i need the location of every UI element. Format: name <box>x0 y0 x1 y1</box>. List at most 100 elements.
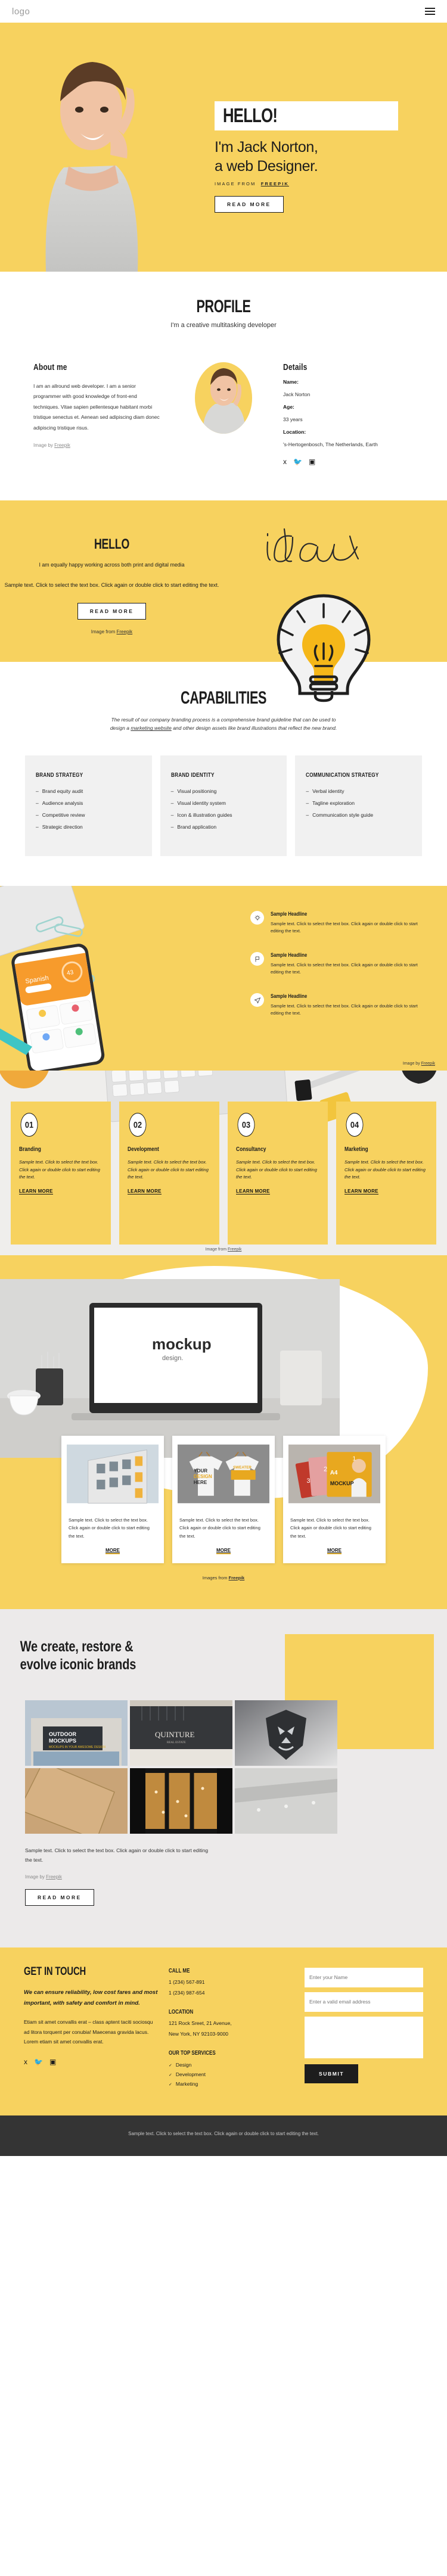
profile-avatar-wrap <box>176 362 271 434</box>
steps-credit-prefix: Image from <box>205 1247 227 1252</box>
flag-icon <box>250 952 264 966</box>
contact-socials: x 🐦 ▣ <box>24 2058 158 2066</box>
brands-title-line1: We create, restore & <box>20 1638 134 1655</box>
capability-item: Brand equity audit <box>36 788 141 794</box>
steps-credit-link[interactable]: Freepik <box>228 1247 241 1252</box>
brands-credit-link[interactable]: Freepik <box>46 1874 62 1880</box>
idea-sample-text: Sample text. Click to select the text bo… <box>4 581 219 588</box>
idea-title: HELLO <box>94 536 130 552</box>
svg-text:3: 3 <box>306 1478 310 1485</box>
steps-section: 01 Branding Sample text. Click to select… <box>0 1071 447 1256</box>
email-input[interactable] <box>305 1992 423 2012</box>
showcase-more-link[interactable]: MORE <box>178 1547 269 1554</box>
details-column: Details Name: Jack Norton Age: 33 years … <box>283 362 414 466</box>
detail-value: 33 years <box>283 416 303 422</box>
contact-title: GET IN TOUCH <box>24 1965 86 1978</box>
showcase-card: Sample text. Click to select the text bo… <box>61 1436 164 1563</box>
capabilities-intro-b: and other design assets like brand illus… <box>171 725 337 732</box>
submit-button[interactable]: SUBMIT <box>305 2064 359 2083</box>
step-learn-more-link[interactable]: LEARN MORE <box>128 1189 162 1195</box>
contact-section: GET IN TOUCH We can ensure reliability, … <box>0 1947 447 2115</box>
phone-number[interactable]: 1 (234) 567-891 <box>169 1979 294 1985</box>
step-number: 02 <box>129 1113 147 1137</box>
showcase-more-link[interactable]: MORE <box>67 1547 159 1554</box>
hero-title-line2: a web Designer. <box>215 158 318 175</box>
profile-credit-link[interactable]: Freepik <box>54 443 70 448</box>
bottom-bar-text: Sample text. Click to select the text bo… <box>128 2130 319 2136</box>
hero-credit-link[interactable]: FREEPIK <box>261 181 289 186</box>
logo[interactable]: logo <box>12 7 30 17</box>
service-item: Marketing <box>169 2081 294 2087</box>
profile-subtitle: I'm a creative multitasking developer <box>170 322 277 329</box>
capability-item: Visual positioning <box>171 788 277 794</box>
mockup-word: mockup <box>152 1335 212 1353</box>
instagram-icon[interactable]: ▣ <box>49 2058 56 2066</box>
brands-gallery: OUTDOOR MOCKUPS MOCKUPS IN YOUR AWESOME … <box>0 1700 447 1834</box>
twitter-icon[interactable]: 🐦 <box>293 458 302 466</box>
showcase-card-text: Sample text. Click to select the text bo… <box>290 1517 371 1539</box>
capabilities-intro: The result of our company branding proce… <box>104 715 343 733</box>
steps-image-credit: Image from Freepik <box>0 1247 447 1252</box>
profile-section: PROFILE I'm a creative multitasking deve… <box>0 272 447 500</box>
name-input[interactable] <box>305 1967 423 1987</box>
idea-read-more-button[interactable]: READ MORE <box>77 602 147 620</box>
detail-label: Location: <box>283 429 306 435</box>
showcase-card-text: Sample text. Click to select the text bo… <box>179 1517 260 1539</box>
feature-item: Sample Headline Sample text. Click to se… <box>250 952 429 976</box>
capability-card-title: BRAND STRATEGY <box>36 772 83 779</box>
svg-text:DESIGN: DESIGN <box>194 1474 212 1479</box>
step-title: Consultancy <box>236 1146 266 1153</box>
showcase-more-link[interactable]: MORE <box>288 1547 380 1554</box>
hamburger-icon[interactable] <box>425 8 435 15</box>
instagram-icon[interactable]: ▣ <box>309 458 315 466</box>
feature-headline: Sample Headline <box>271 993 308 1000</box>
call-me-title: CALL ME <box>169 1967 190 1974</box>
detail-label: Age: <box>283 404 294 410</box>
mockup-subword: design. <box>162 1355 183 1362</box>
hero-portrait-photo <box>45 62 138 272</box>
features-list: Sample Headline Sample text. Click to se… <box>250 911 429 1034</box>
idea-credit-link[interactable]: Freepik <box>117 629 133 634</box>
about-me-title: About me <box>33 362 67 372</box>
step-learn-more-link[interactable]: LEARN MORE <box>344 1189 378 1195</box>
profile-image-credit: Image by Freepik <box>33 443 164 448</box>
capability-item: Competitive review <box>36 812 141 818</box>
details-list: Name: Jack Norton Age: 33 years Location… <box>283 379 414 447</box>
about-me-text: I am an allround web developer. I am a s… <box>33 383 160 431</box>
step-card: 03 Consultancy Sample text. Click to sel… <box>228 1102 328 1245</box>
idea-illustration-column <box>224 523 447 702</box>
brands-title: We create, restore & evolve iconic brand… <box>0 1638 358 1674</box>
facebook-icon[interactable]: x <box>24 2058 27 2066</box>
capabilities-intro-link[interactable]: marketing website <box>131 725 172 731</box>
idea-handwriting-icon <box>266 528 359 562</box>
brands-section: We create, restore & evolve iconic brand… <box>0 1609 447 1947</box>
showcase-credit-link[interactable]: Freepik <box>229 1575 245 1581</box>
service-item: Design <box>169 2062 294 2068</box>
svg-text:A4: A4 <box>330 1470 338 1476</box>
twitter-icon[interactable]: 🐦 <box>34 2058 43 2066</box>
capability-item: Communication style guide <box>306 812 411 818</box>
phone-number[interactable]: 1 (234) 987-654 <box>169 1990 294 1996</box>
features-credit-link[interactable]: Freepik <box>421 1062 435 1066</box>
location-title: LOCATION <box>169 2008 194 2015</box>
capability-item: Strategic direction <box>36 824 141 830</box>
message-textarea[interactable] <box>305 2016 423 2058</box>
quinture-storefront-tile: QUINTURE REAL ESTATE <box>130 1700 232 1766</box>
step-number: 01 <box>20 1113 38 1137</box>
svg-text:OUTDOOR: OUTDOOR <box>49 1731 76 1737</box>
step-title: Marketing <box>344 1146 368 1153</box>
step-learn-more-link[interactable]: LEARN MORE <box>19 1189 53 1195</box>
service-item: Development <box>169 2071 294 2077</box>
capability-card: BRAND IDENTITY Visual positioning Visual… <box>160 755 287 857</box>
capability-item: Brand application <box>171 824 277 830</box>
step-learn-more-link[interactable]: LEARN MORE <box>236 1189 270 1195</box>
step-number: 04 <box>346 1113 364 1137</box>
step-title: Branding <box>19 1146 41 1153</box>
hero-read-more-button[interactable]: READ MORE <box>215 196 284 213</box>
facebook-icon[interactable]: x <box>283 458 287 466</box>
contact-form-column: SUBMIT <box>305 1965 423 2090</box>
idea-text-column: HELLO I am equally happy working across … <box>0 523 224 634</box>
brands-read-more-button[interactable]: READ MORE <box>25 1889 94 1906</box>
svg-text:43: 43 <box>66 969 74 977</box>
capabilities-section: CAPABILITIES The result of our company b… <box>0 661 447 886</box>
